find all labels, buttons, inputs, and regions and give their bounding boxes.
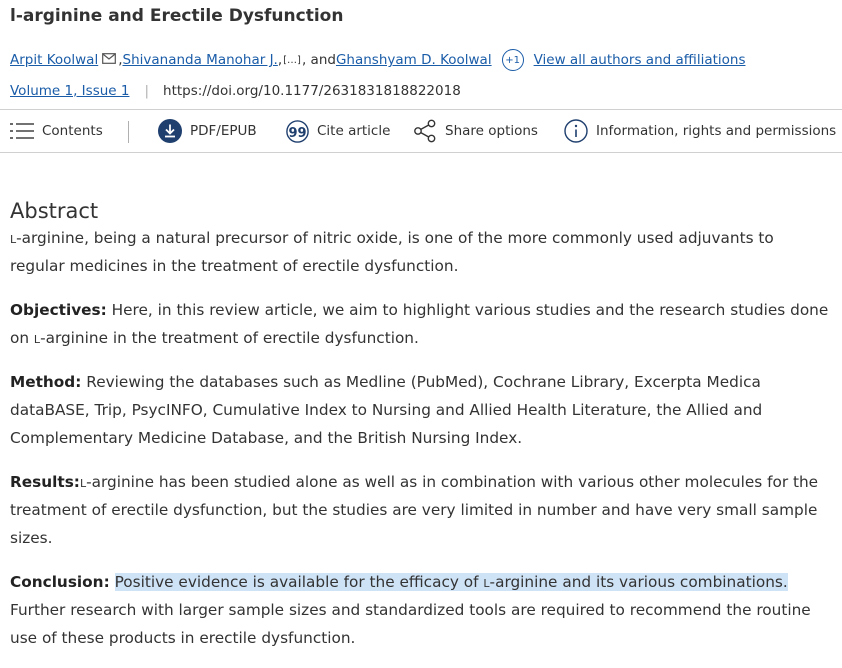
more-authors-badge[interactable]: +1 bbox=[501, 49, 524, 71]
method-label: Method: bbox=[10, 373, 82, 391]
doi-text[interactable]: https://doi.org/10.1177/2631831818822018 bbox=[163, 83, 461, 99]
mail-icon[interactable] bbox=[102, 52, 117, 68]
abstract-intro-text: -arginine, being a natural precursor of … bbox=[10, 229, 774, 275]
method-text: Reviewing the databases such as Medline … bbox=[10, 373, 763, 447]
share-icon bbox=[414, 119, 436, 143]
share-options-button[interactable]: Share options bbox=[413, 110, 538, 152]
author-and: , and bbox=[301, 52, 336, 68]
quote-icon: 99 bbox=[286, 119, 309, 143]
meta-divider: | bbox=[144, 83, 150, 99]
article-title: l-arginine and Erectile Dysfunction bbox=[10, 6, 344, 26]
pdf-epub-label: PDF/EPUB bbox=[190, 123, 257, 139]
information-rights-button[interactable]: Information, rights and permissions bbox=[564, 110, 836, 152]
author-separator: , bbox=[277, 52, 283, 68]
info-icon bbox=[564, 119, 588, 143]
svg-text:99: 99 bbox=[288, 126, 306, 141]
contents-label: Contents bbox=[42, 123, 103, 139]
view-all-authors-link[interactable]: View all authors and affiliations bbox=[534, 52, 746, 68]
abstract-conclusion: Conclusion: Positive evidence is availab… bbox=[10, 568, 832, 652]
abstract-method: Method: Reviewing the databases such as … bbox=[10, 368, 832, 452]
article-meta: Volume 1, Issue 1 | https://doi.org/10.1… bbox=[10, 80, 461, 102]
conclusion-highlight-b: -arginine and its various combinations. bbox=[489, 573, 788, 591]
author-ellipsis[interactable]: […] bbox=[283, 55, 301, 66]
volume-issue-link[interactable]: Volume 1, Issue 1 bbox=[10, 83, 129, 99]
contents-button[interactable]: Contents bbox=[10, 110, 103, 152]
toolbar-divider bbox=[128, 121, 129, 143]
cite-article-button[interactable]: 99 Cite article bbox=[286, 110, 390, 152]
pdf-epub-button[interactable]: PDF/EPUB bbox=[158, 110, 257, 152]
share-options-label: Share options bbox=[445, 123, 538, 139]
results-text: -arginine has been studied alone as well… bbox=[10, 473, 819, 547]
information-rights-label: Information, rights and permissions bbox=[596, 123, 837, 139]
conclusion-rest: Further research with larger sample size… bbox=[10, 601, 811, 647]
objectives-tail: -arginine in the treatment of erectile d… bbox=[40, 329, 419, 347]
download-icon bbox=[158, 119, 182, 143]
menu-icon bbox=[10, 123, 34, 139]
author-link-koolwal-arpit[interactable]: Arpit Koolwal bbox=[10, 52, 98, 68]
abstract-intro: l-arginine, being a natural precursor of… bbox=[10, 224, 832, 280]
highlighted-text: Positive evidence is available for the e… bbox=[114, 573, 788, 591]
abstract-objectives: Objectives: Here, in this review article… bbox=[10, 296, 832, 352]
abstract-body: l-arginine, being a natural precursor of… bbox=[10, 224, 832, 668]
objectives-label: Objectives: bbox=[10, 301, 107, 319]
abstract-results: Results:l-arginine has been studied alon… bbox=[10, 468, 832, 552]
author-list: Arpit Koolwal , Shivananda Manohar J. , … bbox=[10, 48, 745, 72]
author-link-koolwal-ghanshyam[interactable]: Ghanshyam D. Koolwal bbox=[336, 52, 492, 68]
cite-article-label: Cite article bbox=[317, 123, 391, 139]
article-toolbar: Contents PDF/EPUB 99 Cite article Share … bbox=[0, 109, 842, 153]
conclusion-label: Conclusion: bbox=[10, 573, 110, 591]
conclusion-highlight-a: Positive evidence is available for the e… bbox=[114, 573, 484, 591]
abstract-heading: Abstract bbox=[10, 199, 99, 224]
author-link-manohar[interactable]: Shivananda Manohar J. bbox=[123, 52, 278, 68]
results-label: Results: bbox=[10, 473, 80, 491]
